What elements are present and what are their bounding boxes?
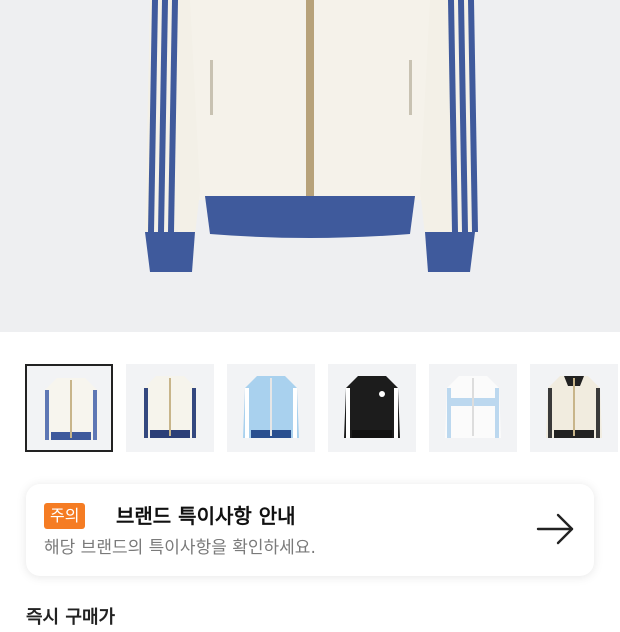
- brand-notice-card[interactable]: 주의 브랜드 특이사항 안내 해당 브랜드의 특이사항을 확인하세요.: [26, 484, 594, 576]
- thumbnail-cream-navy-jacket[interactable]: [126, 364, 214, 452]
- thumbnail-image: [344, 376, 400, 438]
- notice-title: 브랜드 특이사항 안내: [116, 504, 296, 528]
- instant-buy-price-title: 즉시 구매가: [26, 607, 116, 628]
- thumbnail-black-jacket[interactable]: [328, 364, 416, 452]
- thumbnail-white-skyblue-jacket[interactable]: [429, 364, 517, 452]
- thumbnail-image: [445, 376, 501, 438]
- jacket-illustration: [145, 0, 478, 272]
- thumbnail-image: [142, 376, 198, 438]
- thumbnail-strip: [25, 364, 620, 452]
- arrow-right-icon[interactable]: [536, 512, 576, 546]
- caution-badge: 주의: [44, 503, 86, 529]
- thumbnail-image: [43, 378, 99, 440]
- thumbnail-light-blue-jacket[interactable]: [227, 364, 315, 452]
- thumbnail-image: [243, 376, 299, 438]
- notice-subtitle: 해당 브랜드의 특이사항을 확인하세요.: [44, 538, 316, 558]
- thumbnail-cream-blue-jacket[interactable]: [25, 364, 113, 452]
- product-main-image[interactable]: [0, 0, 620, 332]
- thumbnail-image: [546, 376, 602, 438]
- thumbnail-cream-black-jacket[interactable]: [530, 364, 618, 452]
